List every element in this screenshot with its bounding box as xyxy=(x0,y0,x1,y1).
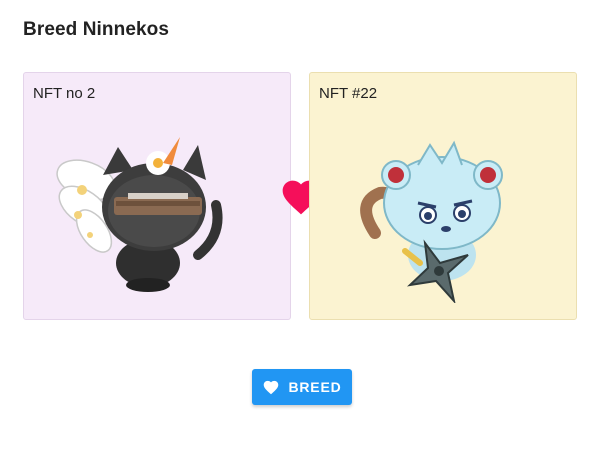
ninneko-blue-cat-image xyxy=(360,140,503,303)
nft-label-right: NFT #22 xyxy=(319,85,378,102)
dialog-title: Breed Ninnekos xyxy=(23,19,170,40)
nft-card-left[interactable]: NFT no 2 xyxy=(23,72,291,320)
breed-button-label: BREED xyxy=(288,379,342,395)
ninneko-black-cat-image xyxy=(56,137,223,292)
nft-label-left: NFT no 2 xyxy=(33,85,96,102)
breed-button[interactable]: BREED xyxy=(252,369,352,405)
heart-icon xyxy=(264,380,279,395)
nft-card-right[interactable]: NFT #22 xyxy=(309,72,577,320)
breed-dialog: Breed Ninnekos NFT no 2 NFT #22 BREED xyxy=(0,0,599,452)
